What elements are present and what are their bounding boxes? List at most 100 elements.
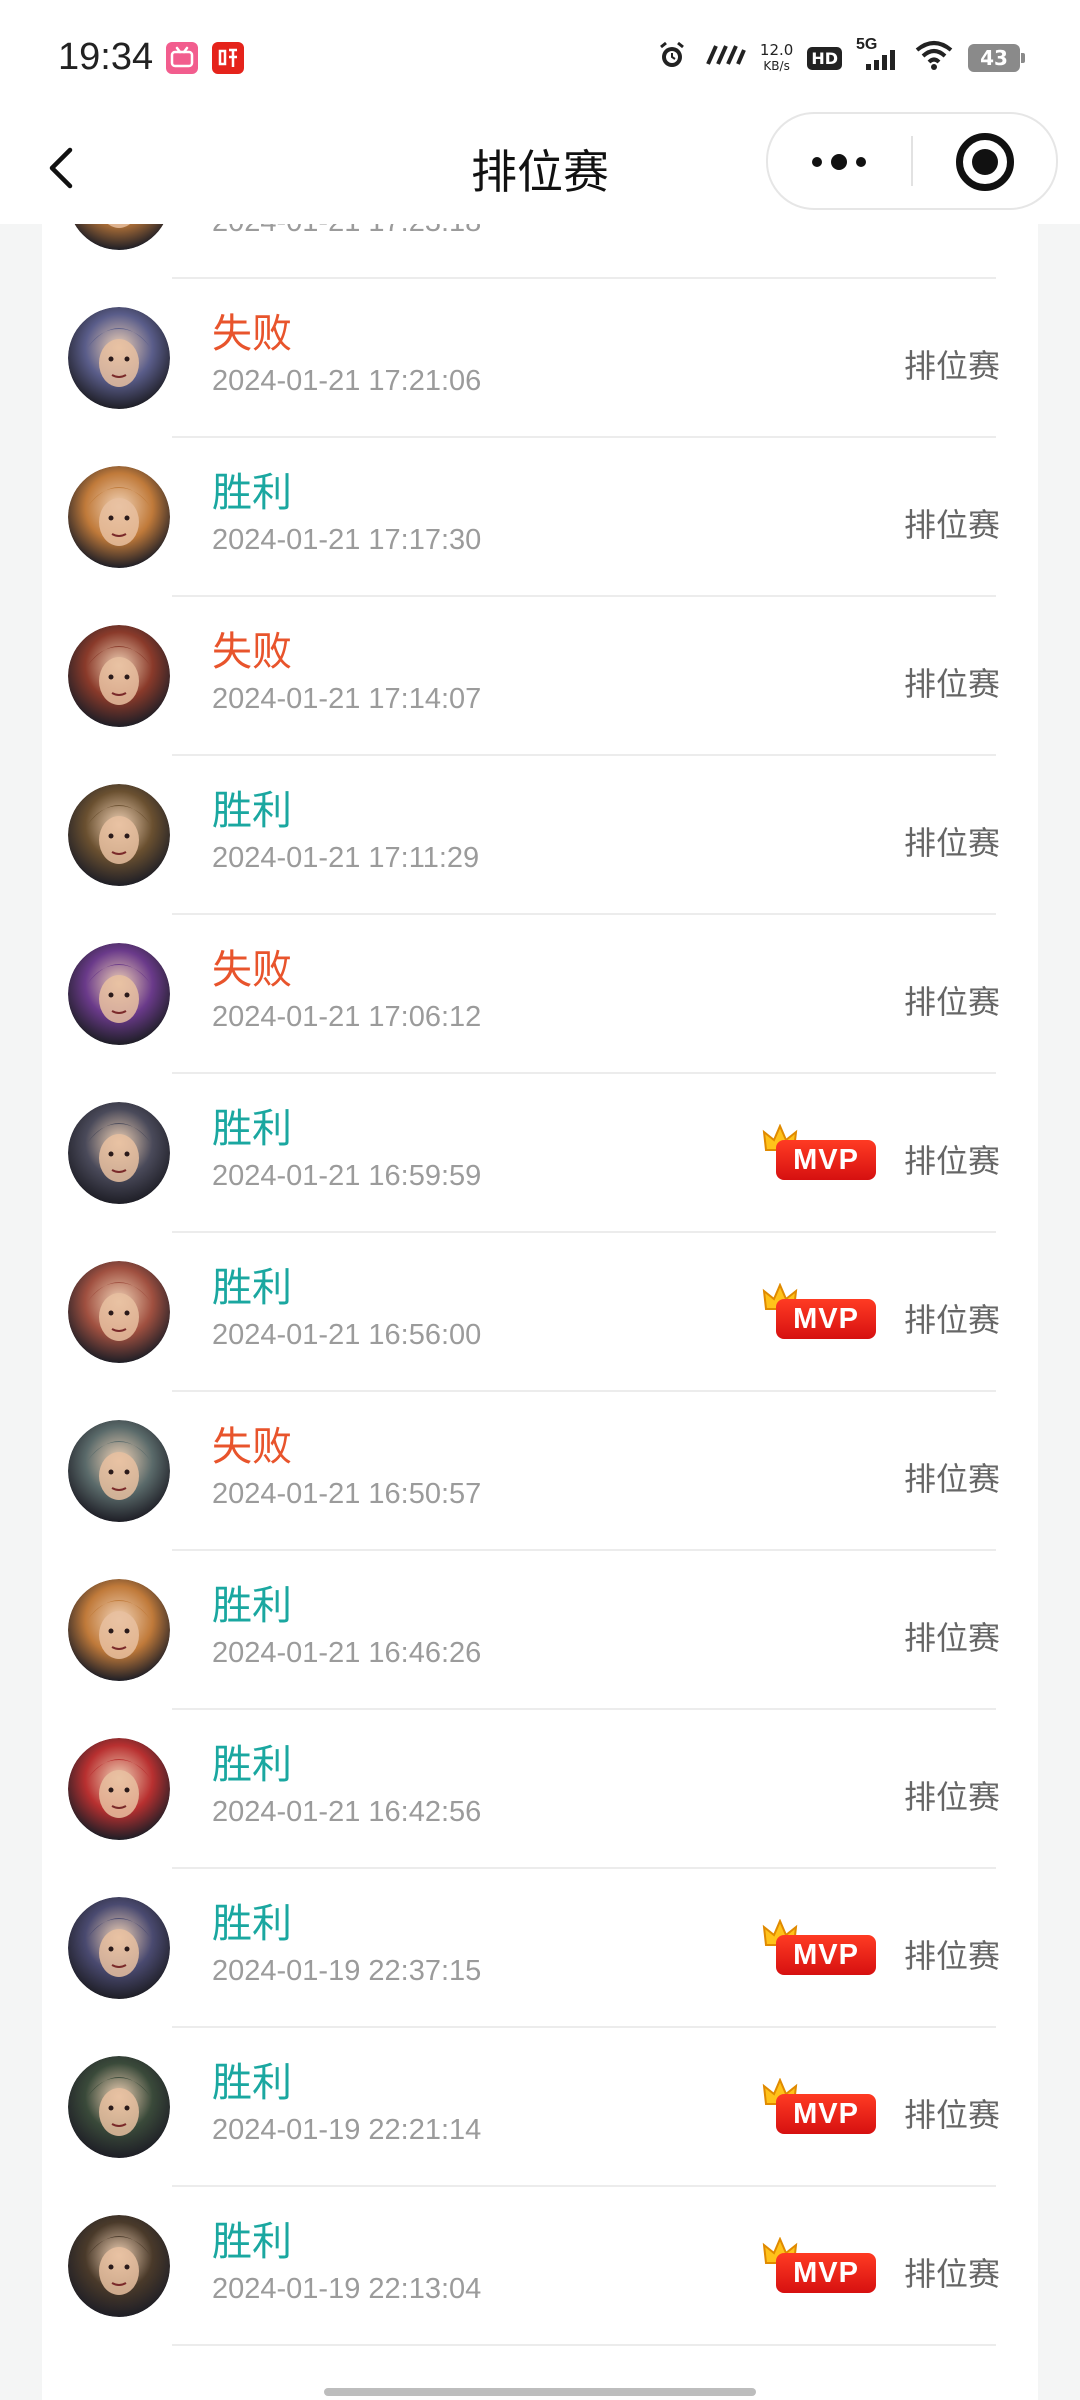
hero-avatar bbox=[68, 1897, 170, 1999]
match-mode: 排位赛 bbox=[903, 1460, 1000, 1498]
match-row[interactable]: 失败 2024-01-21 17:21:06 排位赛 bbox=[42, 279, 1038, 438]
hero-avatar bbox=[68, 784, 170, 886]
mvp-label: MVP bbox=[776, 1299, 876, 1339]
match-time: 2024-01-21 17:23:18 bbox=[212, 224, 481, 239]
more-button[interactable] bbox=[768, 114, 910, 208]
mvp-badge: MVP bbox=[762, 1124, 880, 1182]
network-speed: 12.0 KB/s bbox=[760, 42, 793, 74]
hero-avatar bbox=[68, 625, 170, 727]
match-row[interactable]: 胜利 2024-01-19 22:37:15 MVP 排位赛 bbox=[42, 1869, 1038, 2028]
match-result: 失败 bbox=[212, 948, 292, 992]
match-time: 2024-01-21 17:14:07 bbox=[212, 683, 482, 715]
match-time: 2024-01-21 16:42:56 bbox=[212, 1796, 482, 1828]
nfc-icon bbox=[702, 42, 746, 75]
match-result: 失败 bbox=[212, 630, 292, 674]
mvp-badge: MVP bbox=[762, 1283, 880, 1341]
match-result: 胜利 bbox=[212, 1743, 292, 1787]
match-mode: 排位赛 bbox=[904, 224, 1000, 228]
match-row[interactable]: 胜利 2024-01-21 17:11:29 排位赛 bbox=[42, 756, 1038, 915]
match-row[interactable]: 胜利 2024-01-21 16:42:56 排位赛 bbox=[42, 1710, 1038, 1869]
match-time: 2024-01-21 16:46:26 bbox=[212, 1637, 482, 1669]
match-mode: 排位赛 bbox=[903, 1142, 1000, 1180]
status-time: 19:34 bbox=[58, 36, 154, 78]
hero-avatar bbox=[68, 2215, 170, 2317]
mini-program-capsule bbox=[766, 112, 1058, 210]
match-mode: 排位赛 bbox=[903, 1301, 1000, 1339]
match-row[interactable]: 失败 2024-01-21 17:06:12 排位赛 bbox=[42, 915, 1038, 1074]
match-row[interactable]: 胜利2024-01-21 17:23:18排位赛 bbox=[42, 224, 1038, 279]
match-result: 胜利 bbox=[212, 1266, 292, 1310]
match-mode: 排位赛 bbox=[903, 665, 1000, 703]
match-row[interactable]: 胜利 2024-01-21 16:46:26 排位赛 bbox=[42, 1551, 1038, 1710]
hero-avatar bbox=[68, 1420, 170, 1522]
bilibili-icon bbox=[166, 42, 198, 74]
match-time: 2024-01-19 22:37:15 bbox=[212, 1955, 482, 1987]
match-row[interactable]: 胜利 2024-01-21 17:17:30 排位赛 bbox=[42, 438, 1038, 597]
alarm-icon bbox=[656, 39, 688, 78]
hero-avatar bbox=[68, 1102, 170, 1204]
match-time: 2024-01-21 17:17:30 bbox=[212, 524, 482, 556]
match-row[interactable]: 失败 2024-01-21 16:50:57 排位赛 bbox=[42, 1392, 1038, 1551]
match-time: 2024-01-21 17:11:29 bbox=[212, 842, 480, 874]
cellular-signal-icon: 5G bbox=[856, 36, 900, 74]
match-mode: 排位赛 bbox=[903, 506, 1000, 544]
match-time: 2024-01-21 17:21:06 bbox=[212, 365, 482, 397]
nav-bar: 排位赛 bbox=[0, 112, 1080, 224]
match-mode: 排位赛 bbox=[903, 824, 1000, 862]
mvp-badge: MVP bbox=[762, 1919, 880, 1977]
home-indicator[interactable] bbox=[324, 2388, 756, 2396]
match-result: 胜利 bbox=[212, 2061, 292, 2105]
network-speed-value: 12.0 bbox=[759, 41, 794, 59]
status-bar: 19:34 12.0 KB/s HD 5G 43 bbox=[0, 0, 1080, 112]
match-mode: 排位赛 bbox=[903, 2255, 1000, 2293]
hero-avatar bbox=[68, 224, 170, 250]
match-row[interactable]: 失败 2024-01-21 17:14:07 排位赛 bbox=[42, 597, 1038, 756]
wifi-icon bbox=[914, 40, 954, 77]
match-result: 胜利 bbox=[212, 471, 292, 515]
match-time: 2024-01-19 22:21:14 bbox=[212, 2114, 482, 2146]
hero-avatar bbox=[68, 943, 170, 1045]
match-result: 胜利 bbox=[212, 1107, 292, 1151]
match-time: 2024-01-21 17:06:12 bbox=[212, 1001, 482, 1033]
hero-avatar bbox=[68, 2056, 170, 2158]
mvp-label: MVP bbox=[776, 2253, 876, 2293]
match-list: 胜利2024-01-21 17:23:18排位赛失败2024-01-21 17:… bbox=[42, 224, 1038, 2400]
network-speed-unit: KB/s bbox=[763, 59, 790, 73]
match-row[interactable]: 胜利 2024-01-21 16:59:59 MVP 排位赛 bbox=[42, 1074, 1038, 1233]
hero-avatar bbox=[68, 1738, 170, 1840]
match-mode: 排位赛 bbox=[903, 1778, 1000, 1816]
match-mode: 排位赛 bbox=[903, 2096, 1000, 2134]
match-row[interactable]: 胜利 2024-01-21 16:56:00 MVP 排位赛 bbox=[42, 1233, 1038, 1392]
mvp-label: MVP bbox=[776, 1140, 876, 1180]
match-time: 2024-01-21 16:59:59 bbox=[212, 1160, 482, 1192]
mvp-badge: MVP bbox=[762, 2237, 880, 2295]
hero-avatar bbox=[68, 466, 170, 568]
match-result: 胜利 bbox=[212, 789, 292, 833]
match-time: 2024-01-19 22:13:04 bbox=[212, 2273, 482, 2305]
hero-avatar bbox=[68, 1261, 170, 1363]
mvp-label: MVP bbox=[776, 2094, 876, 2134]
match-result: 胜利 bbox=[212, 1902, 292, 1946]
match-result: 胜利 bbox=[212, 1584, 292, 1628]
status-icons: 12.0 KB/s HD 5G 43 bbox=[656, 36, 1025, 78]
mvp-badge: MVP bbox=[762, 2078, 880, 2136]
listen-app-icon bbox=[212, 42, 244, 74]
match-row[interactable]: 胜利 2024-01-19 22:13:04 MVP 排位赛 bbox=[42, 2187, 1038, 2346]
match-result: 失败 bbox=[212, 1425, 292, 1469]
match-row[interactable]: 胜利 2024-01-19 22:21:14 MVP 排位赛 bbox=[42, 2028, 1038, 2187]
match-result: 失败 bbox=[212, 312, 292, 356]
mvp-label: MVP bbox=[776, 1935, 876, 1975]
match-mode: 排位赛 bbox=[903, 1937, 1000, 1975]
hd-badge: HD bbox=[807, 46, 842, 70]
match-mode: 排位赛 bbox=[903, 347, 1000, 385]
match-time: 2024-01-21 16:50:57 bbox=[212, 1478, 482, 1510]
battery-indicator: 43 bbox=[968, 44, 1025, 72]
match-mode: 排位赛 bbox=[903, 1619, 1000, 1657]
hero-avatar bbox=[68, 307, 170, 409]
capsule-divider bbox=[911, 136, 913, 186]
match-result: 胜利 bbox=[212, 2220, 292, 2264]
close-button[interactable] bbox=[914, 114, 1054, 208]
match-mode: 排位赛 bbox=[903, 983, 1000, 1021]
hero-avatar bbox=[68, 1579, 170, 1681]
row-divider bbox=[172, 2344, 996, 2346]
